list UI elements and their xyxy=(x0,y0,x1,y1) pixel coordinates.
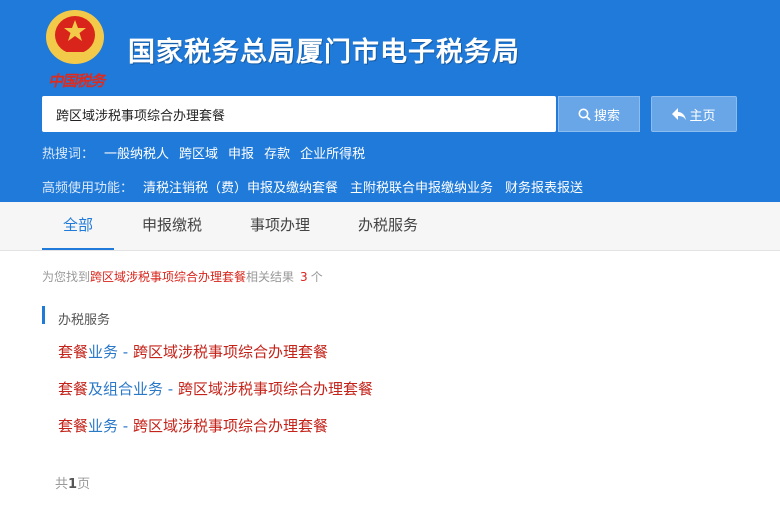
brand-text: 中国税务 xyxy=(48,72,105,90)
section-title: 办税服务 xyxy=(58,313,111,328)
result-link[interactable]: 套餐业务 - 跨区域涉税事项综合办理套餐 xyxy=(58,415,328,436)
frequent-function-link[interactable]: 主附税联合申报缴纳业务 xyxy=(350,177,493,196)
tab-tax-services[interactable]: 办税服务 xyxy=(344,202,432,250)
hot-search-link[interactable]: 申报 xyxy=(228,143,254,162)
tab-matters[interactable]: 事项办理 xyxy=(236,202,324,250)
search-button-label: 搜索 xyxy=(593,108,620,124)
frequent-function-link[interactable]: 清税注销税（费）申报及缴纳套餐 xyxy=(143,177,338,196)
hot-search-label: 热搜词： xyxy=(42,147,95,162)
result-text-highlight: 跨区域涉税事项综合办理套餐 xyxy=(132,343,328,361)
frequent-functions-row: 高频使用功能： 清税注销税（费）申报及缴纳套餐 主附税联合申报缴纳业务 财务报表… xyxy=(42,177,595,196)
frequent-functions-label: 高频使用功能： xyxy=(42,181,134,196)
search-button[interactable]: 搜索 xyxy=(558,96,640,132)
pager-total-pages: 1 xyxy=(68,477,78,492)
frequent-function-link[interactable]: 财务报表报送 xyxy=(505,177,583,196)
summary-suffix: 个 xyxy=(310,270,323,284)
summary-keyword: 跨区域涉税事项综合办理套餐 xyxy=(90,270,247,284)
pagination: 共1页 xyxy=(55,473,90,492)
result-separator: - xyxy=(163,380,178,398)
site-header: 中国税务 国家税务总局厦门市电子税务局 搜索 主页 热搜词： 一般纳税人 跨区域… xyxy=(0,0,780,202)
search-icon xyxy=(578,108,591,121)
tab-declare-pay[interactable]: 申报缴税 xyxy=(128,202,216,250)
result-text-highlight: 跨区域涉税事项综合办理套餐 xyxy=(177,380,373,398)
section-marker xyxy=(42,306,45,324)
tax-emblem-icon xyxy=(46,10,104,64)
hot-search-link[interactable]: 存款 xyxy=(264,143,290,162)
pager-suffix: 页 xyxy=(77,477,91,492)
site-title: 国家税务总局厦门市电子税务局 xyxy=(128,37,520,68)
home-arrow-icon xyxy=(672,108,687,120)
search-input[interactable] xyxy=(42,96,556,132)
result-text-highlight: 套餐 xyxy=(58,343,89,361)
result-text-highlight: 套餐 xyxy=(58,417,89,435)
result-text: 及组合业务 xyxy=(88,380,164,398)
home-button-label: 主页 xyxy=(689,108,716,124)
result-link[interactable]: 套餐业务 - 跨区域涉税事项综合办理套餐 xyxy=(58,341,328,362)
result-text-highlight: 跨区域涉税事项综合办理套餐 xyxy=(132,417,328,435)
summary-count: 3 xyxy=(300,270,308,284)
result-summary: 为您找到跨区域涉税事项综合办理套餐相关结果 3 个 xyxy=(42,268,323,285)
home-button[interactable]: 主页 xyxy=(651,96,737,132)
result-text: 业务 xyxy=(88,417,119,435)
result-link[interactable]: 套餐及组合业务 - 跨区域涉税事项综合办理套餐 xyxy=(58,378,373,399)
result-separator: - xyxy=(118,343,133,361)
result-text-highlight: 套餐 xyxy=(58,380,89,398)
pager-prefix: 共 xyxy=(55,477,69,492)
hot-search-link[interactable]: 跨区域 xyxy=(179,143,218,162)
summary-prefix: 为您找到 xyxy=(42,270,91,284)
hot-search-row: 热搜词： 一般纳税人 跨区域 申报 存款 企业所得税 xyxy=(42,143,375,162)
result-separator: - xyxy=(118,417,133,435)
result-text: 业务 xyxy=(88,343,119,361)
category-tabs: 全部 申报缴税 事项办理 办税服务 xyxy=(0,202,780,251)
hot-search-link[interactable]: 一般纳税人 xyxy=(104,143,169,162)
summary-middle: 相关结果 xyxy=(246,270,295,284)
hot-search-link[interactable]: 企业所得税 xyxy=(300,143,365,162)
tab-all[interactable]: 全部 xyxy=(42,202,114,250)
